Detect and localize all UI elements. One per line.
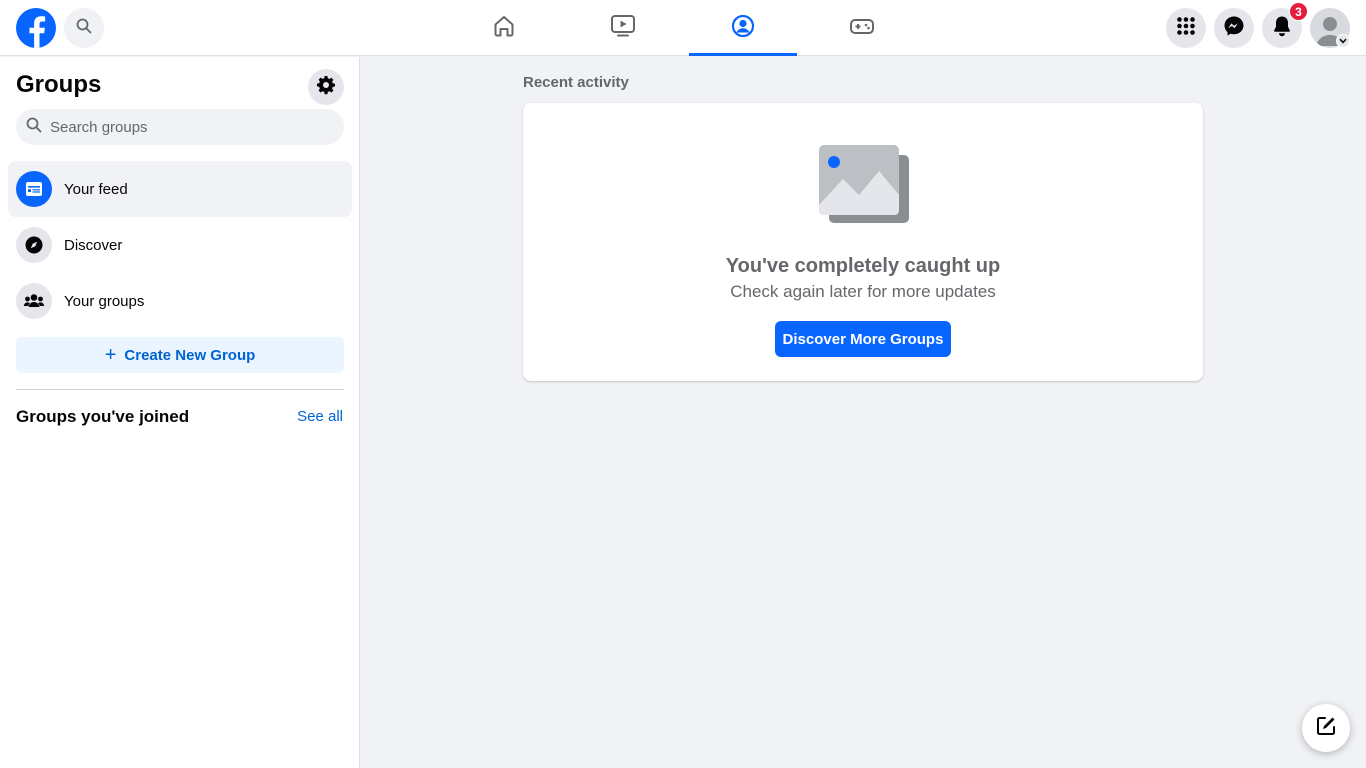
top-navigation-bar: 3 bbox=[0, 0, 1366, 56]
page-title: Groups bbox=[16, 71, 102, 98]
search-groups-input[interactable] bbox=[50, 118, 330, 136]
groups-sidebar: Groups Your feed Discover Your groups + … bbox=[0, 57, 360, 768]
groups-joined-heading: Groups you've joined bbox=[16, 407, 190, 426]
notification-count-badge: 3 bbox=[1289, 2, 1308, 21]
search-icon bbox=[76, 18, 92, 39]
create-new-group-label: Create New Group bbox=[124, 346, 256, 364]
messenger-icon bbox=[1223, 15, 1245, 42]
menu-button[interactable] bbox=[1166, 8, 1206, 48]
groups-search-field[interactable] bbox=[16, 109, 344, 145]
discover-more-groups-button[interactable]: Discover More Groups bbox=[775, 321, 951, 357]
divider bbox=[16, 389, 344, 390]
create-new-group-button[interactable]: + Create New Group bbox=[16, 337, 344, 373]
sidebar-item-your-feed[interactable]: Your feed bbox=[8, 161, 352, 217]
bell-icon bbox=[1272, 15, 1292, 42]
people-icon bbox=[16, 283, 52, 319]
search-button[interactable] bbox=[64, 8, 104, 48]
feed-icon bbox=[16, 171, 52, 207]
compose-icon bbox=[1315, 715, 1337, 742]
notifications-button[interactable]: 3 bbox=[1262, 2, 1308, 48]
search-icon bbox=[26, 117, 42, 138]
sidebar-item-label: Discover bbox=[64, 236, 123, 254]
recent-activity-label: Recent activity bbox=[523, 74, 629, 91]
tab-video[interactable] bbox=[569, 0, 677, 56]
groups-icon bbox=[731, 14, 755, 43]
tab-gaming[interactable] bbox=[808, 0, 916, 56]
see-all-link[interactable]: See all bbox=[297, 408, 343, 425]
sidebar-item-label: Your groups bbox=[64, 292, 145, 310]
gear-icon bbox=[316, 75, 336, 100]
image-placeholder-icon bbox=[819, 145, 911, 230]
caught-up-subtitle: Check again later for more updates bbox=[730, 282, 996, 301]
video-icon bbox=[610, 14, 636, 43]
account-menu-chevron-icon[interactable] bbox=[1336, 34, 1350, 48]
gaming-icon bbox=[849, 14, 875, 43]
groups-settings-button[interactable] bbox=[308, 69, 344, 105]
tab-groups[interactable] bbox=[689, 0, 797, 56]
compass-icon bbox=[16, 227, 52, 263]
new-message-button[interactable] bbox=[1302, 704, 1350, 752]
caught-up-title: You've completely caught up bbox=[725, 255, 1001, 277]
menu-grid-icon bbox=[1176, 16, 1196, 41]
sidebar-item-discover[interactable]: Discover bbox=[8, 217, 352, 273]
caught-up-card: You've completely caught up Check again … bbox=[523, 103, 1203, 381]
messenger-button[interactable] bbox=[1214, 8, 1254, 48]
facebook-logo-icon[interactable] bbox=[16, 8, 56, 48]
sidebar-item-label: Your feed bbox=[64, 180, 128, 198]
home-icon bbox=[492, 14, 516, 43]
plus-icon: + bbox=[104, 344, 117, 366]
sidebar-item-your-groups[interactable]: Your groups bbox=[8, 273, 352, 329]
tab-home[interactable] bbox=[450, 0, 558, 56]
